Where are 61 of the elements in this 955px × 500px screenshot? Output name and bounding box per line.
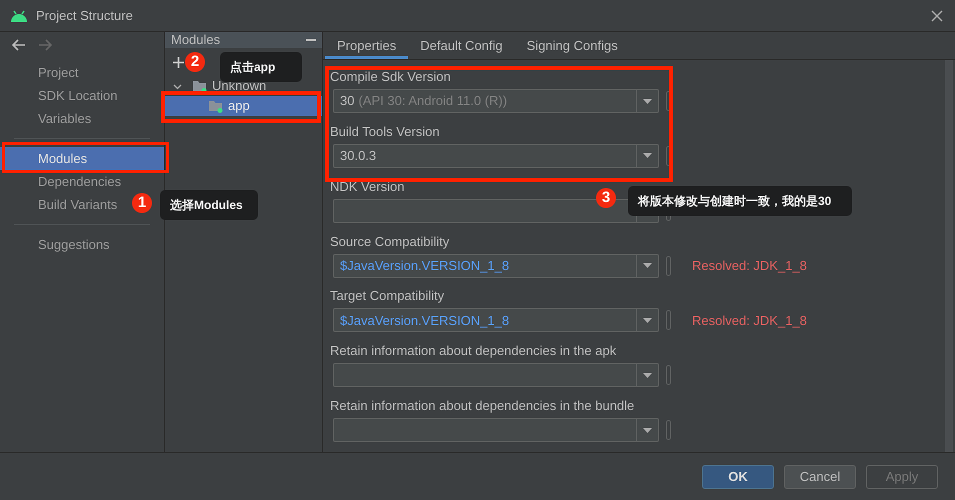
ok-button[interactable]: OK [702, 464, 774, 488]
dropdown-field[interactable]: $JavaVersion.VERSION_1_8 [333, 254, 659, 278]
resolved-text: Resolved: JDK_1_8 [692, 312, 807, 330]
status-indicator [666, 91, 671, 111]
dropdown-field[interactable]: 30 (API 30: Android 11.0 (R)) [333, 89, 659, 113]
status-indicator [666, 420, 671, 440]
field-label: Build Tools Version [330, 122, 441, 140]
nav-item[interactable]: Modules [0, 147, 164, 170]
nav-item[interactable]: SDK Location [38, 84, 118, 107]
module-folder-icon [193, 80, 208, 92]
dropdown-field[interactable]: 30.0.3 [333, 144, 659, 168]
status-indicator [666, 256, 671, 276]
window-title: Project Structure [36, 6, 133, 25]
field-label: Target Compatibility [330, 287, 446, 304]
field-value: $JavaVersion.VERSION_1_8 [340, 312, 510, 330]
field-label: Compile Sdk Version [330, 68, 452, 85]
field-label: Source Compatibility [330, 232, 450, 250]
module-folder-icon [209, 100, 224, 112]
callout-tooltip: 选择Modules [160, 190, 258, 220]
callout-tooltip: 点击app [220, 52, 302, 82]
field-label: Retain information about dependencies in the bundle [330, 397, 636, 414]
dropdown-field[interactable] [333, 418, 659, 442]
step-badge: 3 [596, 188, 616, 208]
dropdown-arrow-icon[interactable] [643, 318, 652, 323]
nav-item[interactable]: Project [38, 61, 78, 84]
step-badge: 2 [185, 52, 205, 72]
dropdown-field[interactable]: $JavaVersion.VERSION_1_8 [333, 308, 659, 332]
nav-item[interactable]: Variables [38, 107, 92, 130]
status-indicator [666, 310, 671, 330]
dropdown-arrow-icon[interactable] [643, 98, 652, 104]
field-label: NDK Version [330, 178, 406, 195]
tab[interactable]: Default Config [408, 32, 515, 59]
dropdown-arrow-icon[interactable] [643, 372, 652, 378]
status-indicator [666, 146, 671, 166]
field-value: $JavaVersion.VERSION_1_8 [340, 256, 510, 275]
dialog-button[interactable]: Cancel [784, 464, 856, 488]
scrollbar[interactable] [945, 60, 953, 452]
field-value: 30.0.3 [340, 147, 376, 166]
field-label: Retain information about dependencies in the apk [330, 342, 618, 360]
dropdown-arrow-icon[interactable] [643, 428, 652, 433]
add-icon[interactable] [173, 56, 184, 68]
dropdown-field[interactable] [333, 363, 659, 388]
tab[interactable]: Signing Configs [514, 32, 630, 59]
nav-item[interactable]: Dependencies [38, 170, 122, 193]
step-badge: 1 [132, 193, 152, 213]
resolved-text: Resolved: JDK_1_8 [692, 256, 807, 275]
nav-item[interactable]: Suggestions [38, 233, 110, 256]
dropdown-arrow-icon[interactable] [643, 153, 652, 158]
back-arrow-icon[interactable] [12, 39, 26, 51]
close-icon[interactable] [931, 10, 943, 22]
field-hint: (API 30: Android 11.0 (R)) [358, 92, 508, 110]
tab[interactable]: Properties [325, 32, 408, 59]
status-indicator [666, 365, 671, 386]
chevron-down-icon[interactable] [173, 82, 182, 90]
callout-tooltip: 将版本修改与创建时一致，我的是30 [628, 186, 852, 216]
dropdown-arrow-icon[interactable] [643, 263, 652, 268]
android-logo-icon [10, 10, 28, 22]
nav-item[interactable]: Build Variants [38, 193, 118, 216]
field-value: 30 [340, 92, 354, 110]
tree-item[interactable]: app [165, 96, 322, 116]
panel-title: Modules [171, 31, 220, 50]
